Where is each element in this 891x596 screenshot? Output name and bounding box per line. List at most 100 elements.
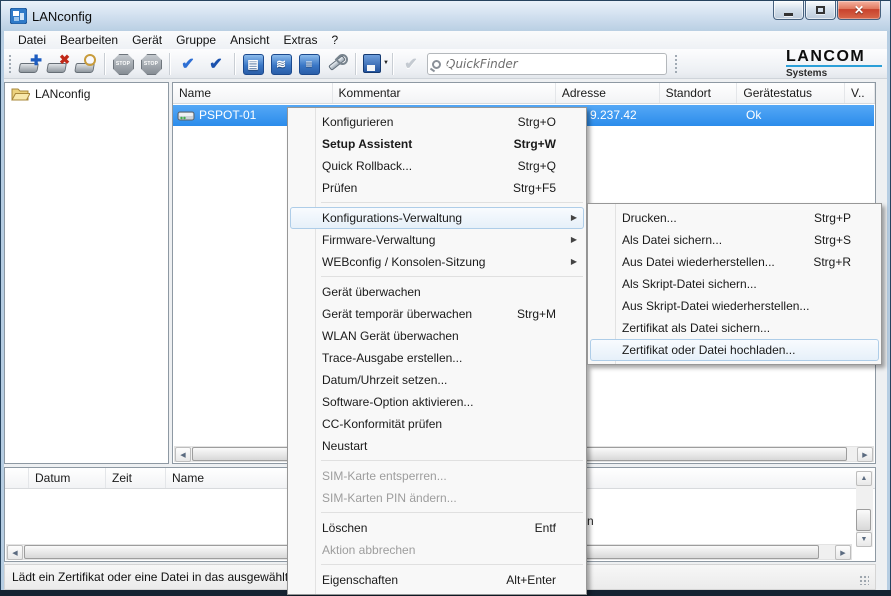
context-menu-item[interactable]: Neustart: [288, 435, 586, 457]
context-menu-item[interactable]: Firmware-Verwaltung▶: [288, 229, 586, 251]
menu-separator: [288, 561, 586, 569]
console-session-icon[interactable]: ≡: [296, 51, 322, 76]
menu-item-shortcut: Strg+S: [814, 229, 851, 251]
menu-item-label: Konfigurations-Verwaltung: [322, 211, 462, 225]
column-header[interactable]: Adresse: [556, 83, 660, 103]
log-partial-text: n: [587, 514, 594, 528]
context-menu-item[interactable]: LöschenEntf: [288, 517, 586, 539]
stop-action-icon[interactable]: STOP: [110, 51, 136, 76]
menu-item-label: Prüfen: [322, 181, 357, 195]
context-menu-item[interactable]: Quick Rollback...Strg+Q: [288, 155, 586, 177]
menu-item-label: Firmware-Verwaltung: [322, 233, 435, 247]
close-button[interactable]: ✕: [837, 1, 881, 20]
menu-item-label: Eigenschaften: [322, 573, 398, 587]
context-menu-item[interactable]: WEBconfig / Konsolen-Sitzung▶: [288, 251, 586, 273]
menubar-item[interactable]: Gruppe: [169, 32, 223, 48]
menubar-item[interactable]: Bearbeiten: [53, 32, 125, 48]
device-name: PSPOT-01: [199, 108, 256, 122]
scroll-up-icon[interactable]: ▲: [856, 471, 872, 486]
column-header[interactable]: Gerätestatus: [737, 83, 845, 103]
save-config-icon[interactable]: ▼: [361, 51, 387, 76]
submenu-item[interactable]: Aus Datei wiederherstellen...Strg+R: [588, 251, 881, 273]
menu-item-shortcut: Strg+R: [813, 251, 851, 273]
toolbar-separator: [392, 53, 393, 75]
maximize-icon: [816, 6, 825, 14]
quickfinder-box: [427, 53, 667, 75]
context-menu-item[interactable]: Setup AssistentStrg+W: [288, 133, 586, 155]
context-menu: KonfigurierenStrg+OSetup AssistentStrg+W…: [287, 107, 587, 595]
column-header[interactable]: Name: [173, 83, 333, 103]
menubar-item[interactable]: Gerät: [125, 32, 169, 48]
context-menu-item[interactable]: Gerät überwachen: [288, 281, 586, 303]
menu-item-label: Zertifikat oder Datei hochladen...: [622, 343, 795, 357]
context-menu-item[interactable]: WLAN Gerät überwachen: [288, 325, 586, 347]
minimize-button[interactable]: [773, 1, 804, 20]
submenu-item[interactable]: Zertifikat oder Datei hochladen...: [588, 339, 881, 361]
check-all-devices-icon[interactable]: ✔: [203, 51, 229, 76]
column-header[interactable]: Zeit: [106, 468, 166, 488]
menu-item-shortcut: Entf: [535, 517, 556, 539]
submenu-item[interactable]: Als Datei sichern...Strg+S: [588, 229, 881, 251]
menubar-item[interactable]: Datei: [11, 32, 53, 48]
context-menu-item[interactable]: PrüfenStrg+F5: [288, 177, 586, 199]
maximize-button[interactable]: [805, 1, 836, 20]
status-text: Lädt ein Zertifikat oder eine Datei in d…: [12, 570, 295, 584]
menu-separator: [288, 273, 586, 281]
menu-item-label: Aktion abbrechen: [322, 543, 415, 557]
column-header[interactable]: Standort: [660, 83, 738, 103]
quickfinder-input[interactable]: [446, 57, 646, 71]
scroll-right-icon[interactable]: ▶: [835, 545, 851, 560]
logo-underline: [786, 65, 882, 67]
context-menu-item[interactable]: Konfigurations-Verwaltung▶: [288, 207, 586, 229]
column-header[interactable]: V..: [845, 83, 875, 103]
column-header[interactable]: Datum: [29, 468, 106, 488]
wlan-monitor-icon[interactable]: ≋: [268, 51, 294, 76]
toolbar-gripper: [7, 53, 12, 75]
context-menu-item[interactable]: Datum/Uhrzeit setzen...: [288, 369, 586, 391]
menu-item-label: Datum/Uhrzeit setzen...: [322, 373, 447, 387]
menu-item-label: WLAN Gerät überwachen: [322, 329, 459, 343]
delete-device-icon[interactable]: ✖: [45, 51, 71, 76]
context-menu-item[interactable]: Trace-Ausgabe erstellen...: [288, 347, 586, 369]
wrench-tools-icon[interactable]: [324, 51, 350, 76]
menubar-item[interactable]: Ansicht: [223, 32, 276, 48]
scroll-left-icon[interactable]: ◀: [175, 447, 191, 462]
logo-text: LANCOM: [786, 50, 882, 64]
menu-item-label: SIM-Karte entsperren...: [322, 469, 447, 483]
menu-item-label: Als Skript-Datei sichern...: [622, 277, 757, 291]
scroll-thumb[interactable]: [856, 509, 871, 531]
scroll-left-icon[interactable]: ◀: [7, 545, 23, 560]
context-menu-item[interactable]: EigenschaftenAlt+Enter: [288, 569, 586, 591]
context-menu-item[interactable]: Software-Option aktivieren...: [288, 391, 586, 413]
submenu-arrow-icon: ▶: [571, 251, 577, 273]
submenu-item[interactable]: Drucken...Strg+P: [588, 207, 881, 229]
menubar-item[interactable]: Extras: [276, 32, 324, 48]
column-header: [5, 468, 29, 488]
submenu-item[interactable]: Aus Skript-Datei wiederherstellen...: [588, 295, 881, 317]
menubar-item[interactable]: ?: [324, 32, 345, 48]
column-header[interactable]: Kommentar: [333, 83, 556, 103]
context-menu-item[interactable]: CC-Konformität prüfen: [288, 413, 586, 435]
scroll-right-icon[interactable]: ▶: [857, 447, 873, 462]
folder-icon: [11, 87, 30, 101]
stop-all-icon[interactable]: STOP: [138, 51, 164, 76]
resize-grip[interactable]: [859, 575, 869, 585]
configure-device-icon[interactable]: ▤: [240, 51, 266, 76]
check-device-icon[interactable]: ✔: [175, 51, 201, 76]
submenu-item[interactable]: Zertifikat als Datei sichern...: [588, 317, 881, 339]
scroll-down-icon[interactable]: ▼: [856, 532, 872, 547]
tree-item-lanconfig[interactable]: LANconfig: [5, 83, 168, 103]
context-menu-item[interactable]: Gerät temporär überwachenStrg+M: [288, 303, 586, 325]
toolbar-separator: [234, 53, 235, 75]
log-vscrollbar[interactable]: ▲ ▼: [856, 471, 873, 547]
add-device-icon[interactable]: ✚: [17, 51, 43, 76]
find-device-icon[interactable]: [73, 51, 99, 76]
wings-icon[interactable]: ✔: [398, 51, 424, 76]
submenu-item[interactable]: Als Skript-Datei sichern...: [588, 273, 881, 295]
context-menu-item[interactable]: KonfigurierenStrg+O: [288, 111, 586, 133]
menu-separator: [288, 509, 586, 517]
lancom-logo: LANCOM Systems: [786, 50, 882, 79]
menu-item-label: Gerät temporär überwachen: [322, 307, 472, 321]
menu-item-shortcut: Strg+P: [814, 207, 851, 229]
logo-subtext: Systems: [786, 68, 882, 79]
